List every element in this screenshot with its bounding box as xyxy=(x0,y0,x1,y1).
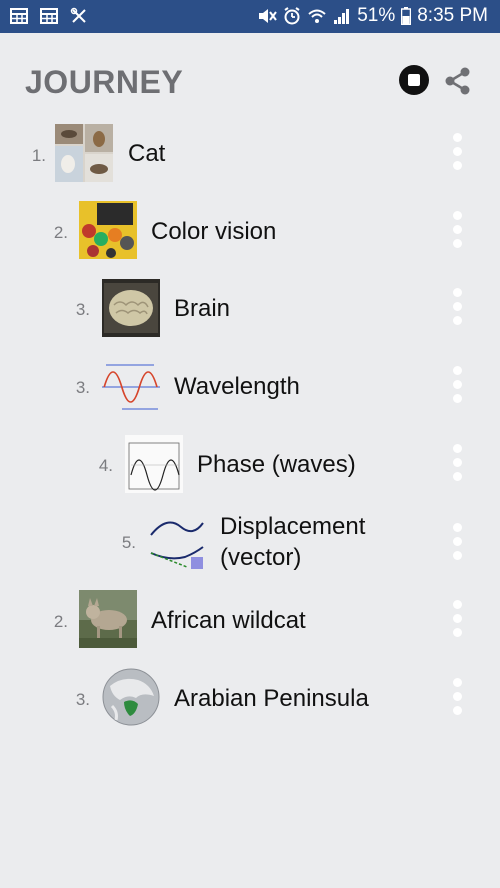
overflow-menu-icon[interactable] xyxy=(450,366,466,406)
journey-item-phase-waves[interactable]: 4. Phase (waves) xyxy=(0,429,500,501)
journey-item-cat[interactable]: 1. Cat xyxy=(0,118,500,190)
phase-waves-thumbnail xyxy=(125,435,183,493)
status-bar-notifications xyxy=(10,7,88,25)
journey-item-african-wildcat[interactable]: 2. African wildcat xyxy=(0,585,500,657)
page-title: JOURNEY xyxy=(25,64,184,100)
item-label: Arabian Peninsula xyxy=(174,685,369,712)
item-number: 5. xyxy=(121,533,136,552)
calendar-table-icon xyxy=(40,8,58,24)
african-wildcat-thumbnail xyxy=(79,590,137,648)
journey-item-color-vision[interactable]: 2. Color vision xyxy=(0,196,500,268)
wifi-icon xyxy=(308,9,326,23)
item-number: 3. xyxy=(75,300,90,319)
item-label: Color vision xyxy=(151,218,277,245)
color-vision-thumbnail xyxy=(79,201,137,259)
tools-icon xyxy=(70,7,86,23)
item-number: 1. xyxy=(31,146,46,165)
item-number: 3. xyxy=(75,690,90,709)
item-label: Wavelength xyxy=(174,373,300,400)
item-label: Phase (waves) xyxy=(197,451,356,478)
overflow-menu-icon[interactable] xyxy=(450,133,466,173)
alarm-icon xyxy=(284,7,300,25)
overflow-menu-icon[interactable] xyxy=(450,600,466,640)
overflow-menu-icon[interactable] xyxy=(450,523,466,563)
journey-item-displacement-vector[interactable]: 5. Displacement (vector) xyxy=(0,507,500,585)
brain-thumbnail xyxy=(102,279,160,337)
calendar-table-icon xyxy=(10,8,28,24)
overflow-menu-icon[interactable] xyxy=(450,288,466,328)
arabian-peninsula-thumbnail xyxy=(102,668,160,726)
journey-item-brain[interactable]: 3. Brain xyxy=(0,273,500,345)
cat-thumbnail xyxy=(55,124,113,182)
share-icon[interactable] xyxy=(444,66,472,96)
item-label: Cat xyxy=(128,140,166,167)
overflow-menu-icon[interactable] xyxy=(450,211,466,251)
signal-icon xyxy=(334,9,350,24)
overflow-menu-icon[interactable] xyxy=(450,678,466,718)
clock-time: 8:35 PM xyxy=(417,5,488,26)
item-label-line2: (vector) xyxy=(220,544,302,571)
item-number: 2. xyxy=(53,612,68,631)
item-label: Brain xyxy=(174,295,231,322)
item-number: 3. xyxy=(75,378,90,397)
stop-button[interactable] xyxy=(399,65,429,95)
item-label: African wildcat xyxy=(151,607,306,634)
status-bar-system: 51% 8:35 PM xyxy=(257,5,488,27)
item-number: 4. xyxy=(98,456,113,475)
wavelength-thumbnail xyxy=(102,357,160,415)
mute-icon xyxy=(259,9,278,23)
item-label-line1: Displacement xyxy=(220,513,366,540)
item-number: 2. xyxy=(53,223,68,242)
journey-item-arabian-peninsula[interactable]: 3. Arabian Peninsula xyxy=(0,663,500,735)
journey-item-wavelength[interactable]: 3. Wavelength xyxy=(0,351,500,423)
overflow-menu-icon[interactable] xyxy=(450,444,466,484)
battery-icon xyxy=(401,7,412,25)
battery-percent: 51% xyxy=(357,5,396,26)
displacement-thumbnail xyxy=(147,513,205,571)
status-bar: 51% 8:35 PM xyxy=(0,0,500,33)
